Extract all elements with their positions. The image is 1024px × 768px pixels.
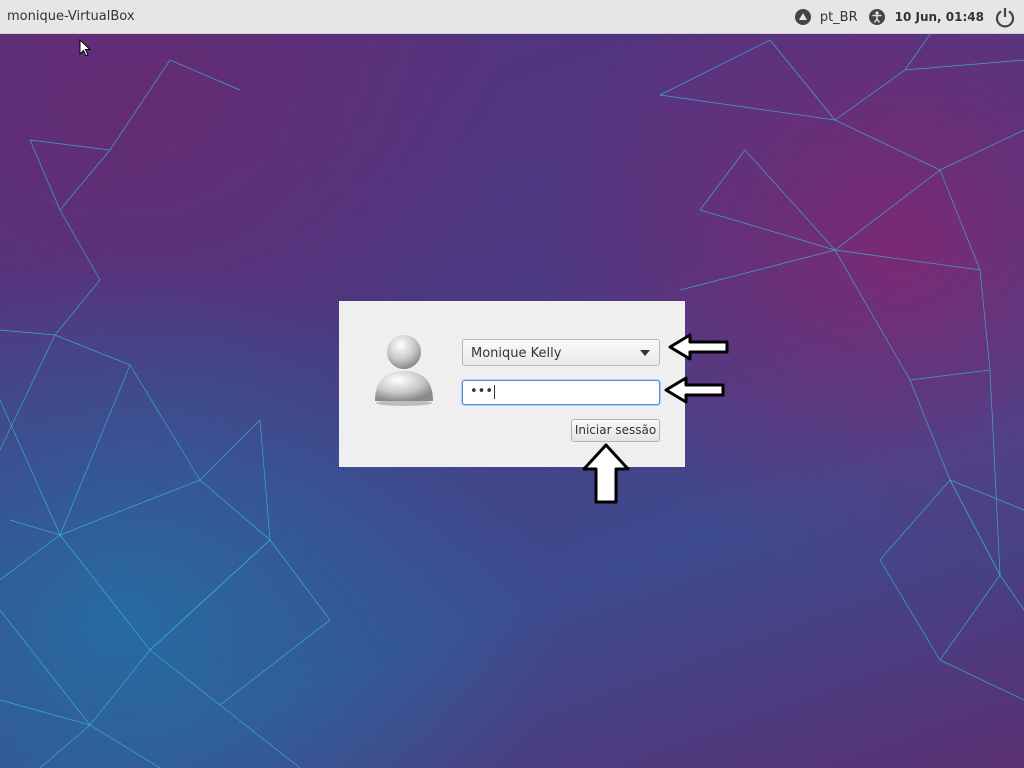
- mouse-cursor-icon: [79, 39, 92, 57]
- arrow-left-icon: [668, 333, 729, 361]
- user-select-dropdown[interactable]: Monique Kelly: [462, 339, 660, 366]
- user-select-value: Monique Kelly: [471, 346, 562, 361]
- language-indicator[interactable]: pt_BR: [820, 10, 858, 25]
- hostname-label: monique-VirtualBox: [7, 9, 135, 24]
- text-cursor: [494, 384, 496, 399]
- system-tray: pt_BR 10 Jun, 01:48: [794, 0, 1016, 34]
- chevron-down-icon: [640, 350, 650, 356]
- accessibility-icon[interactable]: [868, 8, 886, 26]
- arrow-up-icon: [582, 443, 630, 504]
- password-field[interactable]: •••: [462, 380, 660, 405]
- arrow-left-icon: [664, 376, 725, 404]
- login-panel: Monique Kelly ••• Iniciar sessão: [339, 301, 685, 467]
- keyboard-layout-icon[interactable]: [794, 8, 812, 26]
- password-value: •••: [470, 384, 494, 399]
- user-avatar-icon: [375, 335, 433, 406]
- power-icon[interactable]: [994, 6, 1016, 28]
- clock-label[interactable]: 10 Jun, 01:48: [895, 10, 984, 24]
- top-panel: monique-VirtualBox pt_BR 10 Jun, 01:48: [0, 0, 1024, 34]
- signin-button[interactable]: Iniciar sessão: [571, 419, 660, 442]
